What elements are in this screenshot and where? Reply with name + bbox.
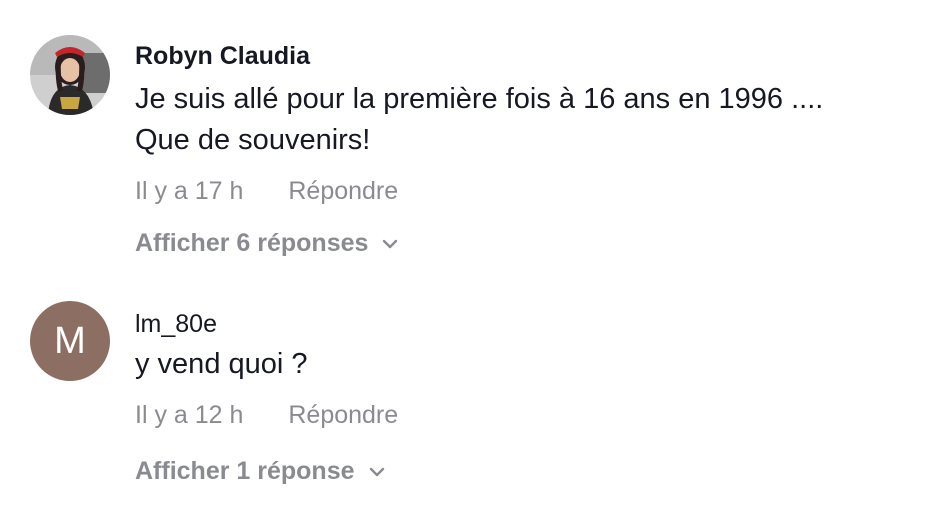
comment-meta: Il y a 12 h Répondre [135,401,398,430]
comment-text: Je suis allé pour la première fois à 16 … [135,79,915,161]
comment-author[interactable]: lm_80e [135,310,217,339]
avatar[interactable]: M [30,301,110,381]
comment-text-line: Je suis allé pour la première fois à 16 … [135,83,824,115]
reply-button[interactable]: Répondre [288,177,398,206]
comment-meta: Il y a 17 h Répondre [135,177,398,206]
chevron-down-icon [383,239,398,248]
view-replies-label: Afficher 1 réponse [135,457,355,485]
comment-text: y vend quoi ? [135,344,915,385]
comment-text-line: y vend quoi ? [135,348,308,380]
comment-timestamp: Il y a 12 h [135,401,244,429]
view-replies-button[interactable]: Afficher 6 réponses [135,229,398,258]
view-replies-label: Afficher 6 réponses [135,229,369,257]
comment-timestamp: Il y a 17 h [135,177,244,205]
avatar[interactable] [30,35,110,115]
reply-button[interactable]: Répondre [288,401,398,430]
avatar-photo [30,35,110,115]
chevron-down-icon [369,467,384,476]
comment-author[interactable]: Robyn Claudia [135,42,310,71]
view-replies-button[interactable]: Afficher 1 réponse [135,457,385,486]
comment-text-line: Que de souvenirs! [135,124,371,156]
